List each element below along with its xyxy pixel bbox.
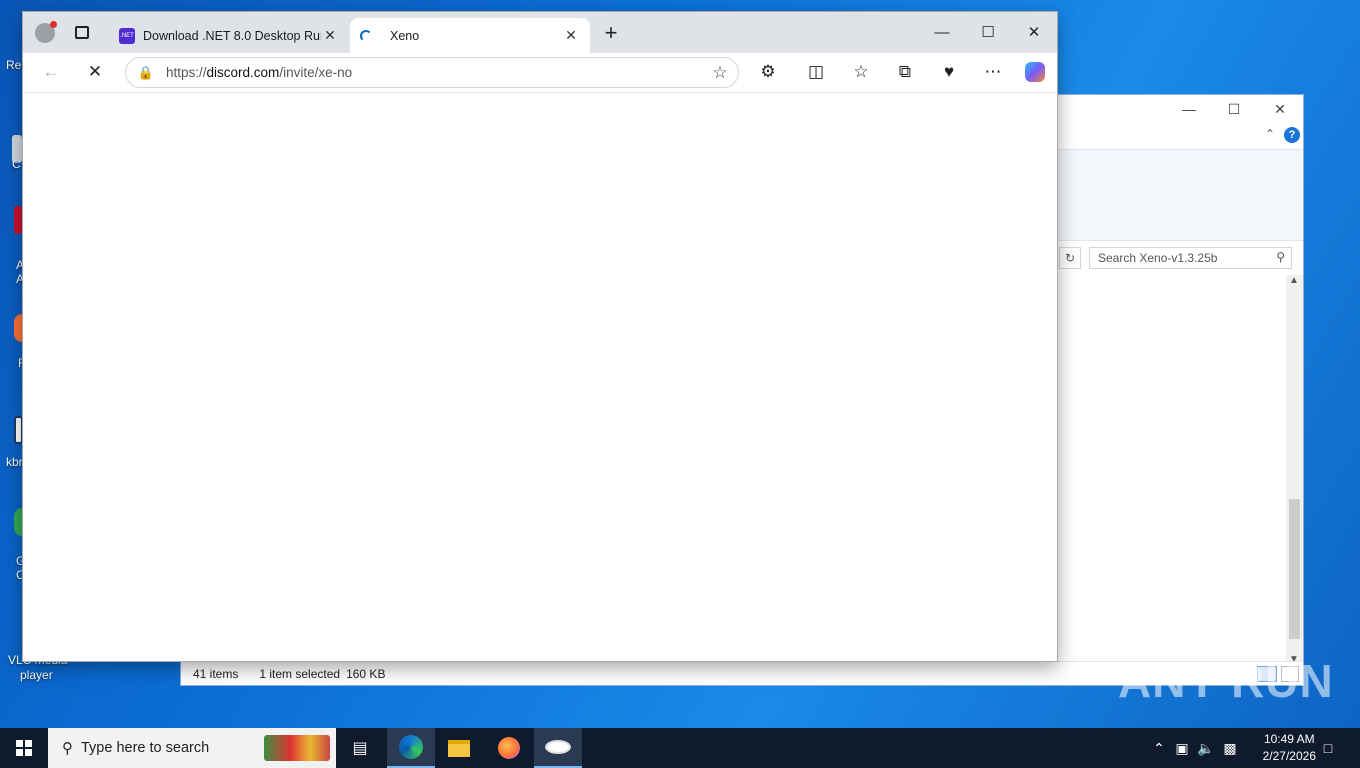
explorer-search-input[interactable]: Search Xeno-v1.3.25b ⚲ (1089, 247, 1292, 269)
back-arrow-icon[interactable]: ← (35, 56, 67, 88)
acrobat-icon[interactable] (14, 206, 22, 234)
collections-icon[interactable]: ⧉ (889, 56, 921, 88)
address-bar[interactable]: 🔒 https://discord.com/invite/xe-no ☆ (125, 57, 739, 88)
favorite-star-icon[interactable]: ☆ (702, 63, 738, 83)
stop-loading-icon[interactable]: ✕ (79, 56, 111, 88)
explorer-search-placeholder: Search Xeno-v1.3.25b (1098, 251, 1218, 265)
volume-icon[interactable]: 🔈 (1196, 728, 1216, 768)
help-icon[interactable]: ? (1284, 127, 1300, 143)
minimize-button[interactable]: — (919, 12, 965, 52)
tab-label: Download .NET 8.0 Desktop Runtime (143, 28, 321, 43)
favorites-icon[interactable]: ☆ (845, 56, 877, 88)
clock-date: 2/27/2026 (1262, 749, 1316, 763)
firefox-icon[interactable] (14, 314, 22, 342)
explorer-close-button[interactable]: ✕ (1257, 95, 1303, 123)
firefox-taskbar-icon[interactable] (485, 728, 533, 768)
close-tab-icon[interactable]: ✕ (321, 27, 339, 44)
selected-count: 1 item selected (259, 666, 341, 681)
browser-essentials-icon[interactable]: ♥ (933, 56, 965, 88)
desktop-icon-label[interactable]: C (12, 157, 21, 171)
system-clock[interactable]: 10:49 AM 2/27/2026 (1263, 731, 1316, 765)
scroll-up-icon[interactable]: ▲ (1289, 275, 1299, 286)
xeno-taskbar-icon[interactable] (534, 728, 582, 768)
extensions-icon[interactable]: ⚙ (752, 56, 784, 88)
show-hidden-icons-icon[interactable]: ⌃ (1150, 728, 1168, 768)
browser-toolbar: ← ✕ 🔒 https://discord.com/invite/xe-no ☆… (23, 53, 1057, 92)
search-icon: ⚲ (1276, 250, 1285, 264)
profile-avatar[interactable] (35, 21, 57, 43)
file-explorer-taskbar-icon[interactable] (435, 728, 483, 768)
page-content[interactable] (24, 92, 1056, 660)
url-text: https://discord.com/invite/xe-no (166, 65, 353, 80)
tab-xeno[interactable]: Xeno ✕ (350, 18, 590, 53)
explorer-scrollbar[interactable]: ▲ ▼ (1286, 275, 1303, 665)
loading-spinner-icon (360, 29, 372, 42)
vlc-label-2[interactable]: player (20, 668, 53, 682)
search-icon: ⚲ (62, 740, 73, 757)
tab-dotnet[interactable]: .NET Download .NET 8.0 Desktop Runtime ✕ (109, 18, 349, 53)
search-highlight-gift-icon (264, 735, 330, 761)
anyrun-watermark: ANY RUN (1118, 655, 1334, 707)
lock-icon: 🔒 (137, 64, 155, 80)
chrome-icon[interactable] (14, 508, 22, 536)
maximize-button[interactable]: ☐ (965, 12, 1011, 52)
taskbar-search-box[interactable]: ⚲ Type here to search (48, 728, 336, 768)
refresh-icon[interactable]: ↻ (1059, 247, 1081, 269)
desktop-icon-label[interactable]: kbr (6, 455, 23, 469)
item-count: 41 items (193, 666, 239, 681)
taskbar: ⚲ Type here to search ▤ ⌃ ▣ 🔈 ▩ 10:49 AM… (0, 728, 1360, 768)
notification-center-icon[interactable]: □ (1314, 728, 1342, 768)
explorer-maximize-button[interactable]: ☐ (1211, 95, 1257, 123)
selected-size: 160 KB (346, 666, 386, 681)
copilot-icon[interactable] (1019, 56, 1051, 88)
more-options-icon[interactable]: ⋯ (977, 56, 1009, 88)
windows-logo-icon (16, 740, 32, 756)
taskbar-search-placeholder: Type here to search (81, 740, 210, 756)
split-screen-icon[interactable]: ◫ (800, 56, 832, 88)
ribbon-collapse-icon[interactable]: ⌃ (1265, 127, 1275, 141)
scrollbar-thumb[interactable] (1289, 499, 1300, 639)
tab-actions-icon[interactable] (75, 26, 89, 39)
new-tab-button[interactable]: + (599, 22, 623, 46)
dotnet-favicon: .NET (119, 27, 135, 44)
browser-window: .NET Download .NET 8.0 Desktop Runtime ✕… (22, 11, 1058, 662)
clock-time: 10:49 AM (1263, 732, 1315, 746)
meet-now-icon[interactable]: ▣ (1173, 728, 1191, 768)
close-button[interactable]: ✕ (1011, 12, 1057, 52)
notification-dot (50, 21, 57, 28)
task-view-icon[interactable]: ▤ (336, 728, 384, 768)
start-button[interactable] (0, 728, 48, 768)
close-tab-icon[interactable]: ✕ (562, 27, 580, 44)
edge-taskbar-icon[interactable] (387, 728, 435, 768)
tab-bar: .NET Download .NET 8.0 Desktop Runtime ✕… (23, 12, 1057, 53)
network-icon[interactable]: ▩ (1220, 728, 1240, 768)
tab-label: Xeno (390, 28, 420, 43)
explorer-minimize-button[interactable]: — (1166, 95, 1212, 123)
